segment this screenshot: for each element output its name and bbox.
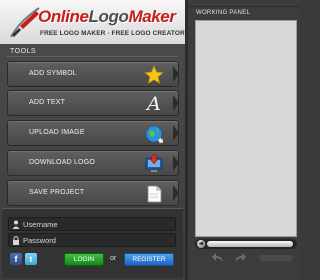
tagline-part-2: FREE LOGO CREATOR	[111, 30, 185, 37]
download-logo-button[interactable]: DOWNLOAD LOGO	[7, 150, 179, 176]
pen-logo-icon	[10, 7, 40, 38]
password-field-wrapper	[8, 233, 176, 247]
add-symbol-label: ADD SYMBOL	[29, 70, 77, 77]
redo-icon[interactable]	[233, 251, 247, 265]
scrollbar-thumb[interactable]	[207, 241, 293, 247]
design-canvas[interactable]	[195, 20, 297, 237]
or-separator: or	[110, 255, 117, 262]
undo-icon[interactable]	[211, 251, 225, 265]
username-field-wrapper	[8, 217, 176, 231]
left-sidebar: OnlineLogoMaker FREE LOGO MAKER - FREE L…	[0, 0, 185, 280]
facebook-icon[interactable]: f	[10, 253, 22, 265]
password-input[interactable]	[23, 234, 173, 246]
add-symbol-button[interactable]: ADD SYMBOL	[7, 61, 179, 87]
document-icon	[144, 184, 164, 204]
add-text-button[interactable]: ADD TEXT A	[7, 90, 179, 116]
register-button[interactable]: REGISTER	[124, 253, 174, 266]
tagline-part-1: FREE LOGO MAKER	[40, 30, 106, 37]
working-panel-title: WORKING PANEL	[196, 10, 251, 16]
add-text-label: ADD TEXT	[29, 99, 66, 106]
scroll-left-icon[interactable]: ◀	[197, 240, 205, 248]
logo-word-maker: Maker	[128, 7, 176, 26]
logo-word-logo: Logo	[88, 7, 129, 26]
upload-image-button[interactable]: UPLOAD IMAGE	[7, 120, 179, 146]
text-glyph: A	[147, 93, 161, 115]
globe-upload-icon	[144, 124, 164, 144]
star-icon	[144, 65, 164, 85]
logo-header[interactable]: OnlineLogoMaker FREE LOGO MAKER - FREE L…	[0, 0, 185, 44]
username-input[interactable]	[23, 218, 173, 230]
logo-tagline: FREE LOGO MAKER - FREE LOGO CREATOR	[40, 30, 185, 37]
upload-image-label: UPLOAD IMAGE	[29, 129, 85, 136]
save-project-button[interactable]: SAVE PROJECT	[7, 180, 179, 206]
site-logo-title: OnlineLogoMaker	[38, 7, 176, 27]
lock-icon	[13, 236, 19, 245]
login-button[interactable]: LOGIN	[64, 253, 104, 266]
twitter-icon[interactable]: t	[25, 253, 37, 265]
history-toolbar	[195, 251, 297, 265]
zoom-track[interactable]	[259, 255, 293, 261]
horizontal-scrollbar[interactable]: ◀	[195, 239, 297, 249]
save-project-label: SAVE PROJECT	[29, 189, 85, 196]
text-italic-a-icon: A	[144, 94, 164, 114]
user-icon	[12, 220, 20, 229]
logo-word-online: Online	[38, 7, 89, 26]
tools-divider	[6, 56, 178, 57]
login-panel	[2, 208, 183, 278]
working-panel: WORKING PANEL ◀	[188, 0, 300, 280]
download-logo-label: DOWNLOAD LOGO	[29, 159, 95, 166]
monitor-download-icon	[144, 154, 164, 174]
tools-heading: TOOLS	[10, 48, 37, 55]
